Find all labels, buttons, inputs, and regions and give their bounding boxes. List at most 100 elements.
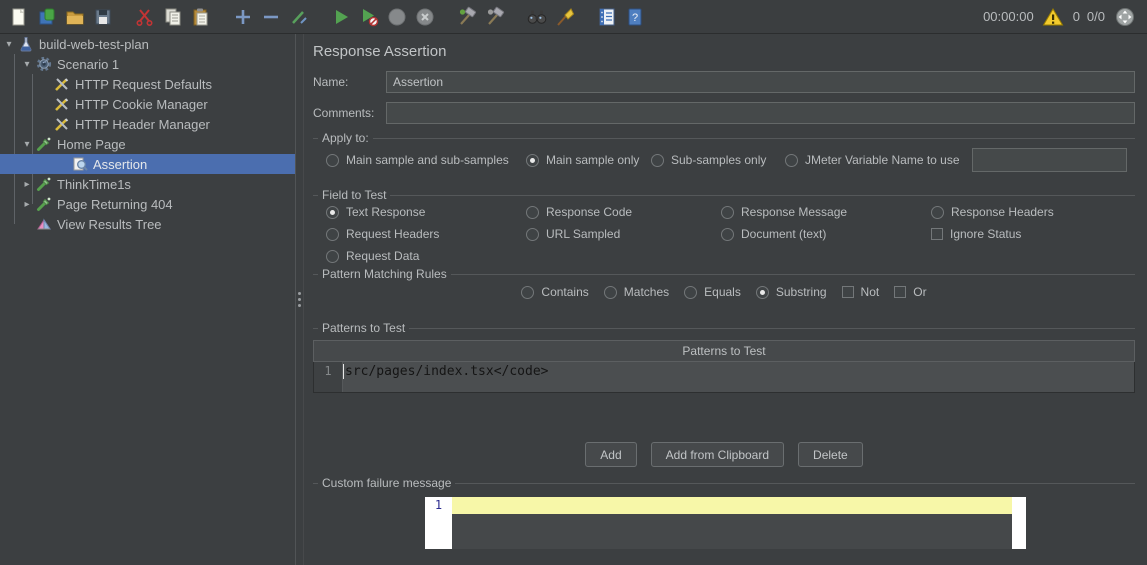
tree-item-label: HTTP Header Manager bbox=[75, 117, 210, 132]
toggle-icon[interactable] bbox=[286, 4, 311, 30]
thread-counts: 0/0 bbox=[1087, 9, 1105, 24]
radio-label: Request Data bbox=[346, 249, 419, 263]
radio-label: URL Sampled bbox=[546, 227, 620, 241]
radio-response-message[interactable] bbox=[721, 206, 734, 219]
add-element-icon[interactable] bbox=[230, 4, 255, 30]
start-icon[interactable] bbox=[328, 4, 353, 30]
tree-item-http-cookie-manager[interactable]: HTTP Cookie Manager bbox=[0, 94, 295, 114]
radio-jmeter-variable[interactable] bbox=[785, 154, 798, 167]
paste-icon[interactable] bbox=[188, 4, 213, 30]
radio-substring[interactable] bbox=[756, 286, 769, 299]
pattern-value[interactable]: src/pages/index.tsx</code> bbox=[345, 364, 549, 379]
remote-start-all-icon[interactable] bbox=[454, 4, 479, 30]
checkbox-ignore-status[interactable] bbox=[931, 228, 943, 240]
name-input[interactable] bbox=[386, 71, 1135, 93]
tree-item-label: Scenario 1 bbox=[57, 57, 119, 72]
tree-item-thinktime[interactable]: ▸ ThinkTime1s bbox=[0, 174, 295, 194]
delete-button[interactable]: Delete bbox=[798, 442, 863, 467]
tree-item-label: View Results Tree bbox=[57, 217, 162, 232]
comments-input[interactable] bbox=[386, 102, 1135, 124]
radio-label: JMeter Variable Name to use bbox=[805, 153, 960, 167]
radio-request-headers[interactable] bbox=[326, 228, 339, 241]
stop-icon[interactable] bbox=[384, 4, 409, 30]
tree-item-http-request-defaults[interactable]: HTTP Request Defaults bbox=[0, 74, 295, 94]
splitter-handle-icon[interactable] bbox=[298, 292, 301, 307]
radio-url-sampled[interactable] bbox=[526, 228, 539, 241]
tree-item-assertion[interactable]: Assertion bbox=[0, 154, 295, 174]
copy-icon[interactable] bbox=[160, 4, 185, 30]
editor-active-line[interactable] bbox=[452, 497, 1012, 514]
tree-item-view-results-tree[interactable]: View Results Tree bbox=[0, 214, 295, 234]
pattern-line-number: 1 bbox=[314, 362, 343, 392]
sampler-icon bbox=[36, 176, 52, 192]
add-from-clipboard-button[interactable]: Add from Clipboard bbox=[651, 442, 784, 467]
pattern-matching-rules-group: Pattern Matching Rules Contains Matches … bbox=[313, 274, 1135, 308]
results-tree-icon bbox=[36, 216, 52, 232]
cut-icon[interactable] bbox=[132, 4, 157, 30]
warning-icon[interactable] bbox=[1041, 4, 1066, 30]
radio-sub-samples-only[interactable] bbox=[651, 154, 664, 167]
custom-failure-message-group: Custom failure message 1 bbox=[313, 483, 1135, 549]
field-to-test-title: Field to Test bbox=[318, 188, 390, 202]
expand-arrow-icon[interactable]: ▾ bbox=[18, 59, 36, 70]
tree-item-label: build-web-test-plan bbox=[39, 37, 149, 52]
expand-arrow-icon[interactable]: ▾ bbox=[0, 39, 18, 50]
radio-matches[interactable] bbox=[604, 286, 617, 299]
custom-failure-message-editor[interactable]: 1 bbox=[425, 497, 1026, 549]
tree-item-label: HTTP Cookie Manager bbox=[75, 97, 208, 112]
radio-label: Equals bbox=[704, 285, 741, 299]
tree-item-label: Page Returning 404 bbox=[57, 197, 173, 212]
radio-document-text[interactable] bbox=[721, 228, 734, 241]
templates-icon[interactable] bbox=[34, 4, 59, 30]
assertion-icon bbox=[72, 156, 88, 172]
new-file-icon[interactable] bbox=[6, 4, 31, 30]
remote-stop-all-icon[interactable] bbox=[482, 4, 507, 30]
tree-item-http-header-manager[interactable]: HTTP Header Manager bbox=[0, 114, 295, 134]
test-plan-tree: ▾ build-web-test-plan ▾ Scenario 1 HTTP … bbox=[0, 34, 295, 565]
radio-response-headers[interactable] bbox=[931, 206, 944, 219]
radio-label: Response Code bbox=[546, 205, 632, 219]
radio-label: Response Message bbox=[741, 205, 847, 219]
comments-label: Comments: bbox=[313, 106, 386, 120]
start-no-timers-icon[interactable] bbox=[356, 4, 381, 30]
radio-main-sample-only[interactable] bbox=[526, 154, 539, 167]
radio-contains[interactable] bbox=[521, 286, 534, 299]
thread-group-icon bbox=[36, 56, 52, 72]
function-helper-icon[interactable] bbox=[594, 4, 619, 30]
radio-equals[interactable] bbox=[684, 286, 697, 299]
jmeter-variable-input[interactable] bbox=[972, 148, 1127, 172]
open-file-icon[interactable] bbox=[62, 4, 87, 30]
shutdown-icon[interactable] bbox=[412, 4, 437, 30]
checkbox-label: Ignore Status bbox=[950, 227, 1021, 241]
remove-element-icon[interactable] bbox=[258, 4, 283, 30]
tree-splitter[interactable] bbox=[295, 34, 304, 565]
collapse-arrow-icon[interactable]: ▸ bbox=[18, 199, 36, 210]
expand-arrow-icon[interactable]: ▾ bbox=[18, 139, 36, 150]
collapse-arrow-icon[interactable]: ▸ bbox=[18, 179, 36, 190]
radio-text-response[interactable] bbox=[326, 206, 339, 219]
text-caret bbox=[343, 364, 344, 379]
checkbox-or[interactable] bbox=[894, 286, 906, 298]
search-icon[interactable] bbox=[524, 4, 549, 30]
tree-item-scenario[interactable]: ▾ Scenario 1 bbox=[0, 54, 295, 74]
add-button[interactable]: Add bbox=[585, 442, 636, 467]
radio-main-sample-and-sub-samples[interactable] bbox=[326, 154, 339, 167]
tree-item-home-page[interactable]: ▾ Home Page bbox=[0, 134, 295, 154]
radio-response-code[interactable] bbox=[526, 206, 539, 219]
error-count: 0 bbox=[1073, 9, 1080, 24]
radio-request-data[interactable] bbox=[326, 250, 339, 263]
tree-item-label: ThinkTime1s bbox=[57, 177, 131, 192]
save-icon[interactable] bbox=[90, 4, 115, 30]
clear-all-icon[interactable] bbox=[552, 4, 577, 30]
radio-label: Matches bbox=[624, 285, 669, 299]
checkbox-not[interactable] bbox=[842, 286, 854, 298]
patterns-table: Patterns to Test 1 src/pages/index.tsx</… bbox=[313, 340, 1135, 393]
tree-item-label: Home Page bbox=[57, 137, 126, 152]
radio-label: Main sample only bbox=[546, 153, 639, 167]
radio-label: Substring bbox=[776, 285, 827, 299]
tree-item-page-returning-404[interactable]: ▸ Page Returning 404 bbox=[0, 194, 295, 214]
pattern-row[interactable]: 1 src/pages/index.tsx</code> bbox=[313, 362, 1135, 393]
tree-item-test-plan[interactable]: ▾ build-web-test-plan bbox=[0, 34, 295, 54]
radio-label: Request Headers bbox=[346, 227, 439, 241]
help-icon[interactable]: ? bbox=[622, 4, 647, 30]
